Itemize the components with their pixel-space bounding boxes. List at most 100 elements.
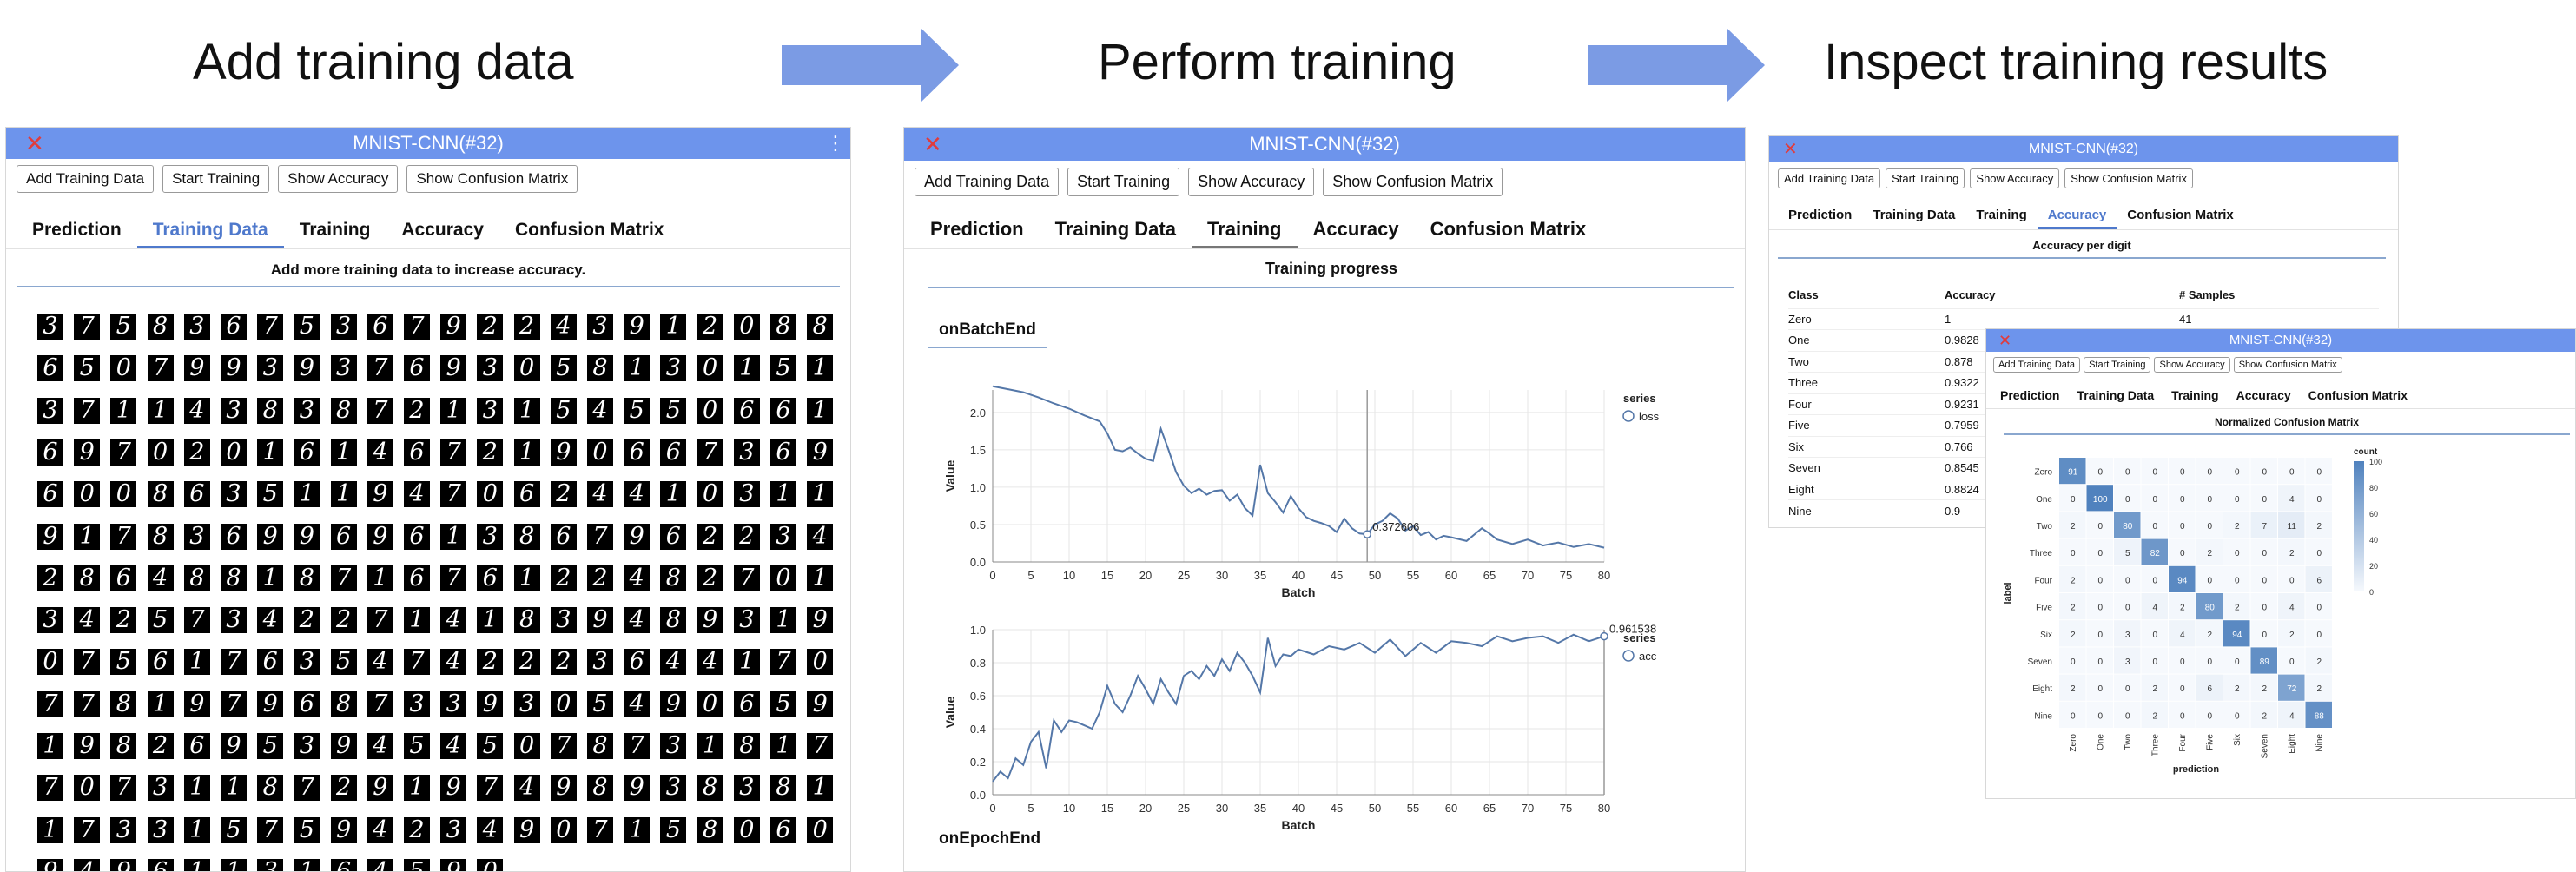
x-axis-label: prediction xyxy=(2173,764,2219,775)
digit-thumbnail: 2 xyxy=(183,439,210,466)
digit-thumbnail: 3 xyxy=(660,733,687,759)
start-training-button[interactable]: Start Training xyxy=(1886,168,1965,188)
heatmap-value: 0 xyxy=(2125,684,2130,694)
digit-thumbnail: 6 xyxy=(770,439,796,466)
x-tick-label: 40 xyxy=(1292,802,1305,815)
digit-thumbnail: 3 xyxy=(37,607,63,634)
start-training-button[interactable]: Start Training xyxy=(162,165,270,193)
tab-training-data[interactable]: Training Data xyxy=(1040,218,1192,248)
tab-accuracy[interactable]: Accuracy xyxy=(2228,388,2300,408)
tab-confusion-matrix[interactable]: Confusion Matrix xyxy=(1415,218,1602,248)
show-accuracy-button[interactable]: Show Accuracy xyxy=(278,165,399,193)
digit-thumbnail: 7 xyxy=(257,816,284,843)
tab-training-data[interactable]: Training Data xyxy=(2068,388,2163,408)
show-accuracy-button[interactable]: Show Accuracy xyxy=(1970,168,2060,188)
tab-training[interactable]: Training xyxy=(1965,208,2037,229)
digit-thumbnail: 1 xyxy=(147,397,174,424)
show-accuracy-button[interactable]: Show Accuracy xyxy=(1188,167,1315,196)
tab-training-data[interactable]: Training Data xyxy=(136,220,284,248)
heatmap-value: 2 xyxy=(2207,631,2212,640)
digit-thumbnail: 3 xyxy=(587,649,613,676)
digit-thumbnail: 1 xyxy=(330,481,357,508)
tab-accuracy[interactable]: Accuracy xyxy=(2037,208,2117,229)
digit-thumbnail: 5 xyxy=(770,690,796,717)
digit-thumbnail: 2 xyxy=(587,565,613,591)
start-training-button[interactable]: Start Training xyxy=(1067,167,1180,196)
digit-thumbnail: 7 xyxy=(221,649,247,676)
legend-bar xyxy=(2354,461,2364,591)
y-tick-label: 0.5 xyxy=(970,519,986,532)
tab-training-data[interactable]: Training Data xyxy=(1862,208,1965,229)
close-icon[interactable]: ✕ xyxy=(923,128,942,161)
digit-thumbnail: 1 xyxy=(294,858,320,871)
heatmap-value: 0 xyxy=(2207,522,2212,532)
show-confusion-matrix-button[interactable]: Show Confusion Matrix xyxy=(406,165,578,193)
digit-thumbnail: 1 xyxy=(110,397,137,424)
digit-thumbnail: 2 xyxy=(404,397,430,424)
digit-thumbnail: 8 xyxy=(770,775,796,802)
add-training-data-button[interactable]: Add Training Data xyxy=(915,167,1060,196)
tab-prediction[interactable]: Prediction xyxy=(1778,208,1862,229)
heatmap-value: 0 xyxy=(2125,468,2130,478)
tab-prediction[interactable]: Prediction xyxy=(17,220,137,248)
digit-thumbnail: 4 xyxy=(624,690,651,717)
digit-thumbnail: 9 xyxy=(183,690,210,717)
subtab-onbatchend[interactable]: onBatchEnd xyxy=(928,320,1047,348)
close-icon[interactable]: ✕ xyxy=(1998,329,2011,352)
toolbar: Add Training Data Start Training Show Ac… xyxy=(1769,162,2398,194)
close-icon[interactable]: ✕ xyxy=(25,128,44,159)
digit-thumbnail: 8 xyxy=(147,314,174,340)
x-tick-label: 35 xyxy=(1254,802,1266,815)
tab-bar: Prediction Training Data Training Accura… xyxy=(6,204,850,249)
legend-tick-label: 20 xyxy=(2369,562,2378,571)
kebab-menu-icon[interactable]: ⋮ xyxy=(826,128,845,159)
digit-thumbnail: 1 xyxy=(74,523,101,550)
tab-accuracy[interactable]: Accuracy xyxy=(1298,218,1415,248)
heatmap-value: 2 xyxy=(2180,604,2185,613)
heatmap-value: 2 xyxy=(2289,631,2295,640)
digit-thumbnail: 3 xyxy=(733,607,760,634)
close-icon[interactable]: ✕ xyxy=(1783,136,1798,162)
heatmap-value: 4 xyxy=(2152,604,2157,613)
tab-confusion-matrix[interactable]: Confusion Matrix xyxy=(2300,388,2416,408)
show-confusion-matrix-button[interactable]: Show Confusion Matrix xyxy=(2064,168,2193,188)
legend-label: acc xyxy=(1639,650,1657,663)
digit-thumbnail: 6 xyxy=(330,858,357,871)
show-accuracy-button[interactable]: Show Accuracy xyxy=(2154,357,2230,373)
x-tick-label: 25 xyxy=(1178,569,1190,582)
column-header: Class xyxy=(1788,288,1819,302)
show-confusion-matrix-button[interactable]: Show Confusion Matrix xyxy=(2233,357,2342,373)
heatmap-value: 0 xyxy=(2207,468,2212,478)
row-label: One xyxy=(2036,495,2052,505)
tab-confusion-matrix[interactable]: Confusion Matrix xyxy=(499,220,680,248)
digit-thumbnail: 3 xyxy=(110,816,137,843)
y-tick-label: 1.0 xyxy=(970,481,986,494)
tab-prediction[interactable]: Prediction xyxy=(1991,388,2068,408)
x-tick-label: 25 xyxy=(1178,802,1190,815)
tab-confusion-matrix[interactable]: Confusion Matrix xyxy=(2117,208,2244,229)
tab-prediction[interactable]: Prediction xyxy=(915,218,1040,248)
start-training-button[interactable]: Start Training xyxy=(2084,357,2151,373)
line-chart-loss: 0 5 10 15 20 25 30 35 40 45 50 55 60 65 70 75 80 0.0 0.5 1.… xyxy=(943,385,1660,599)
digit-thumbnail: 7 xyxy=(404,314,430,340)
digit-thumbnail: 7 xyxy=(697,439,723,466)
digit-thumbnail: 6 xyxy=(110,565,137,591)
step-title-add-training-data: Add training data xyxy=(193,34,574,90)
tab-training[interactable]: Training xyxy=(2163,388,2227,408)
tab-accuracy[interactable]: Accuracy xyxy=(386,220,499,248)
digit-thumbnail: 7 xyxy=(294,775,320,802)
heatmap-value: 2 xyxy=(2235,604,2240,613)
tab-training[interactable]: Training xyxy=(1191,218,1298,248)
add-training-data-button[interactable]: Add Training Data xyxy=(17,165,155,193)
add-training-data-button[interactable]: Add Training Data xyxy=(1778,168,1881,188)
digit-thumbnail: 1 xyxy=(221,858,247,871)
show-confusion-matrix-button[interactable]: Show Confusion Matrix xyxy=(1323,167,1503,196)
tab-training[interactable]: Training xyxy=(284,220,386,248)
digit-thumbnail: 8 xyxy=(257,775,284,802)
heatmap-value: 91 xyxy=(2068,468,2078,478)
digit-thumbnail: 0 xyxy=(110,355,137,382)
table-cell: Six xyxy=(1788,435,1945,458)
digit-thumbnail: 1 xyxy=(513,439,540,466)
digit-thumbnail: 6 xyxy=(37,481,63,508)
add-training-data-button[interactable]: Add Training Data xyxy=(1993,357,2081,373)
